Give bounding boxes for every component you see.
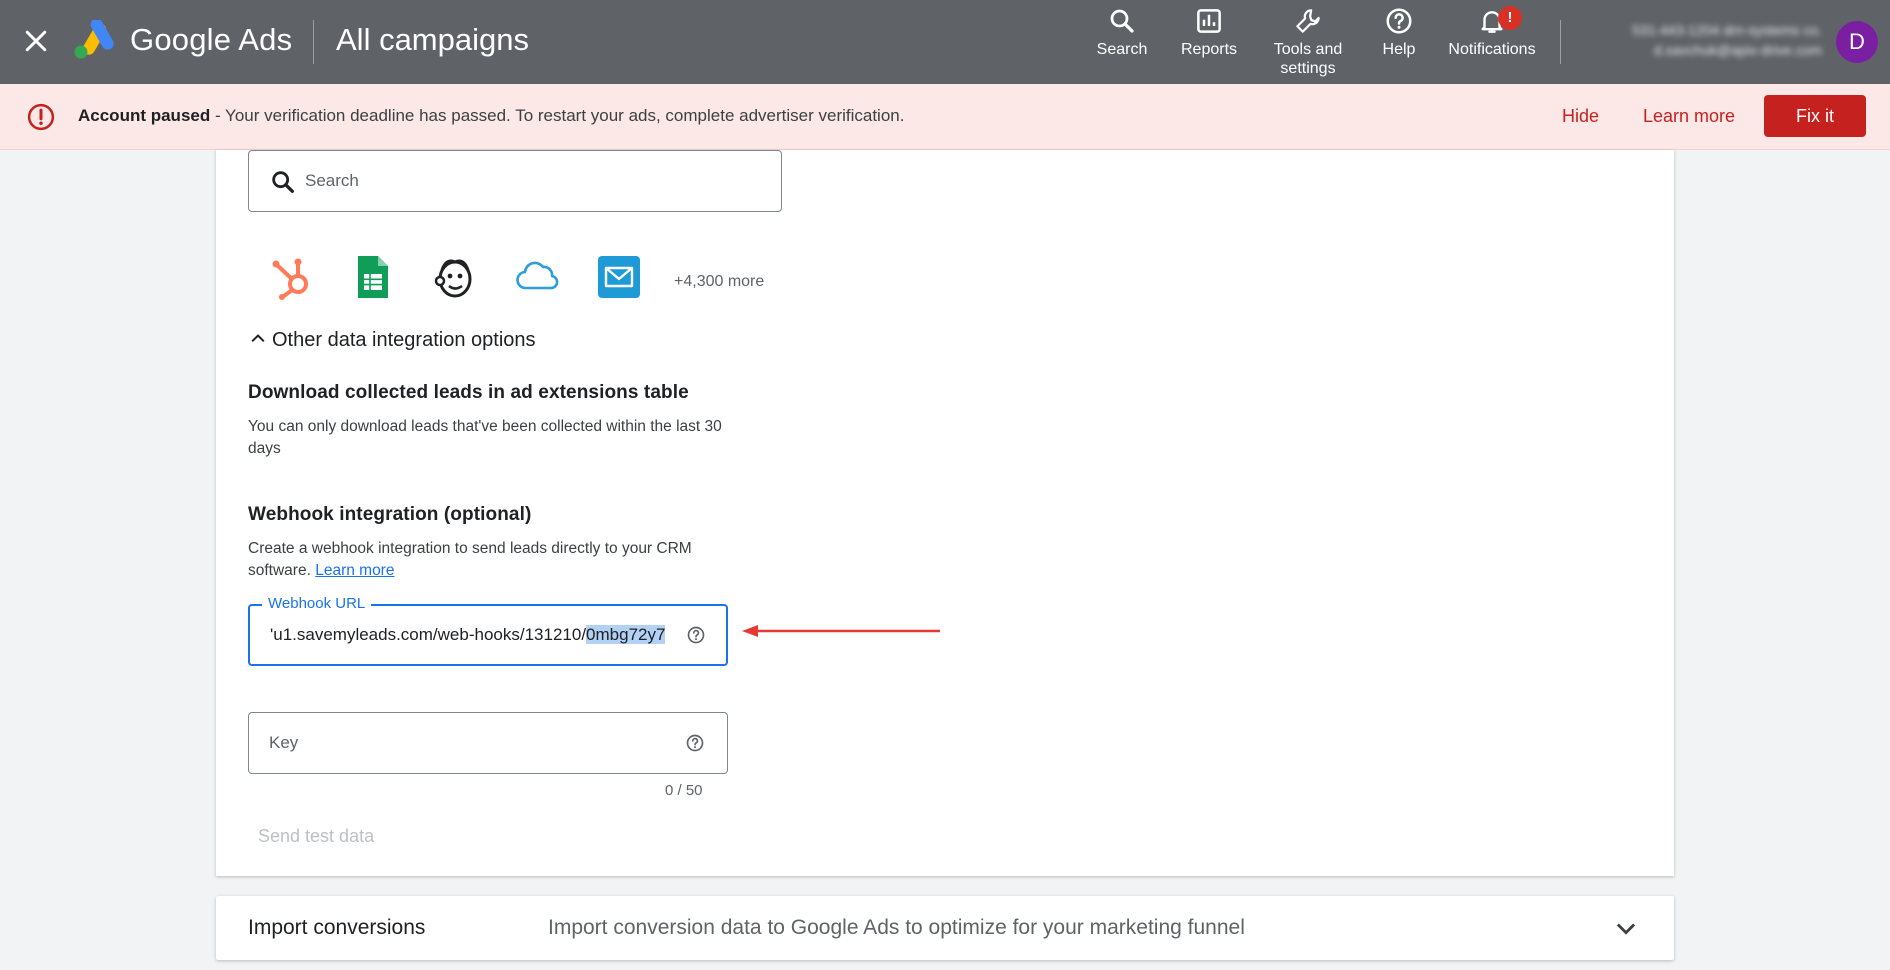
nav-notifications-label: Notifications: [1448, 41, 1536, 58]
download-section-desc: You can only download leads that've been…: [248, 418, 722, 457]
close-icon[interactable]: [21, 26, 51, 56]
webhook-url-text: 'u1.savemyleads.com/web-hooks/131210/: [270, 625, 587, 644]
email-app-icon[interactable]: [596, 254, 642, 300]
nav-search-button[interactable]: Search: [1090, 6, 1154, 59]
alert-detail-text: - Your verification deadline has passed.…: [210, 106, 905, 125]
nav-search-label: Search: [1096, 41, 1148, 58]
import-conversions-title: Import conversions: [248, 916, 426, 939]
webhook-section-title: Webhook integration (optional): [248, 504, 532, 525]
hide-link[interactable]: Hide: [1562, 106, 1599, 127]
account-paused-banner: Account paused - Your verification deadl…: [0, 84, 1890, 150]
import-conversions-row[interactable]: Import conversions Import conversion dat…: [216, 896, 1674, 960]
nav-reports-label: Reports: [1180, 41, 1238, 58]
page-title: All campaigns: [336, 22, 529, 57]
help-icon: [1386, 8, 1412, 34]
import-conversions-desc: Import conversion data to Google Ads to …: [548, 916, 1245, 939]
webhook-url-selected-text: 0mbg72y7: [586, 625, 666, 644]
notification-badge: !: [1498, 6, 1522, 30]
webhook-url-field[interactable]: Webhook URL 'u1.savemyleads.com/web-hook…: [248, 595, 728, 666]
search-icon: [272, 171, 294, 193]
hubspot-icon[interactable]: [268, 254, 314, 300]
account-email: d.savchuk@apix-drive.com: [1653, 42, 1822, 58]
wrench-icon: [1296, 9, 1320, 33]
account-info[interactable]: 531-443-1204 drn-systems co. d.savchuk@a…: [1582, 20, 1822, 60]
help-icon[interactable]: [686, 625, 706, 645]
other-options-label: Other data integration options: [272, 329, 536, 351]
learn-more-link[interactable]: Learn more: [1643, 106, 1735, 127]
avatar[interactable]: D: [1836, 21, 1878, 63]
integration-search-box[interactable]: [248, 150, 782, 212]
header-divider: [313, 20, 314, 64]
fix-it-button[interactable]: Fix it: [1764, 95, 1866, 137]
chevron-up-icon: [251, 334, 265, 343]
webhook-url-value[interactable]: 'u1.savemyleads.com/web-hooks/131210/0mb…: [270, 625, 666, 645]
webhook-section-desc: Create a webhook integration to send lea…: [248, 538, 738, 582]
error-icon: [27, 103, 55, 131]
chevron-down-icon[interactable]: [1612, 914, 1640, 942]
alert-bold-text: Account paused: [78, 106, 211, 125]
key-field[interactable]: [248, 712, 728, 774]
google-ads-logo-icon: [72, 18, 116, 60]
brand-name: Google Ads: [130, 22, 293, 57]
google-sheets-icon[interactable]: [350, 254, 396, 300]
nav-notifications-button[interactable]: ! Notifications: [1440, 6, 1544, 59]
nav-help-label: Help: [1382, 41, 1416, 58]
webhook-url-label: Webhook URL: [262, 595, 372, 612]
salesforce-cloud-icon[interactable]: [514, 254, 560, 300]
nav-tools-button[interactable]: Tools and settings: [1264, 6, 1352, 78]
top-bar: Google Ads All campaigns Search Reports …: [0, 0, 1890, 84]
header-divider-right: [1560, 20, 1561, 64]
nav-reports-button[interactable]: Reports: [1172, 6, 1246, 59]
reports-icon: [1197, 9, 1221, 33]
more-apps-link[interactable]: +4,300 more: [674, 273, 764, 291]
key-input[interactable]: [269, 728, 669, 758]
search-icon: [1110, 9, 1134, 33]
account-id: 531-443-1204 drn-systems co.: [1632, 22, 1822, 38]
mailchimp-icon[interactable]: [432, 254, 478, 300]
nav-tools-label-line1: Tools and: [1273, 41, 1343, 58]
alert-message: Account paused - Your verification deadl…: [78, 106, 904, 126]
webhook-learn-more-link[interactable]: Learn more: [315, 562, 394, 579]
annotation-arrow-icon: [742, 625, 940, 637]
nav-tools-label-line2: settings: [1280, 60, 1336, 77]
other-options-toggle[interactable]: Other data integration options: [248, 328, 536, 352]
lead-form-integration-card: +4,300 more Other data integration optio…: [216, 150, 1674, 876]
key-char-counter: 0 / 50: [665, 782, 703, 799]
download-section-title: Download collected leads in ad extension…: [248, 382, 689, 403]
nav-help-button[interactable]: Help: [1374, 6, 1424, 59]
help-icon[interactable]: [685, 733, 705, 753]
send-test-data-button[interactable]: Send test data: [258, 826, 374, 847]
integration-search-input[interactable]: [305, 165, 745, 197]
